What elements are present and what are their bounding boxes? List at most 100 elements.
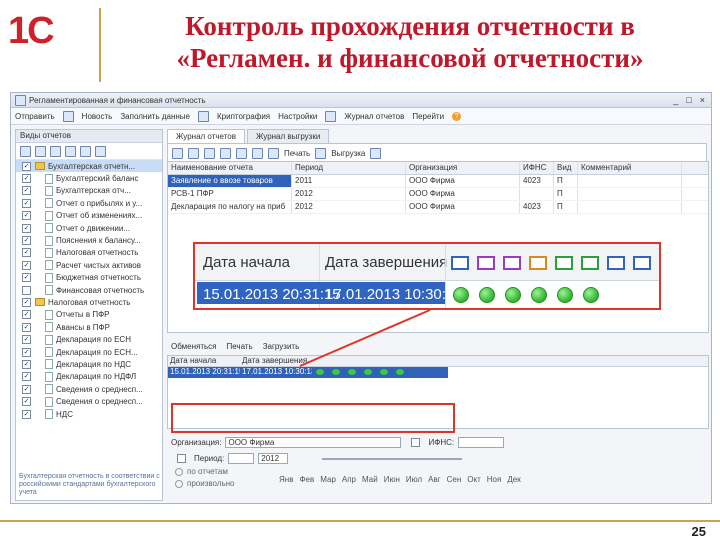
tree-checkbox[interactable]: ✓ bbox=[22, 409, 31, 419]
month-label[interactable]: Ноя bbox=[487, 475, 502, 484]
delete-icon[interactable] bbox=[236, 147, 247, 159]
load-button[interactable]: Загрузить bbox=[263, 342, 300, 351]
tree-checkbox[interactable]: ✓ bbox=[22, 322, 31, 332]
radio-icon[interactable] bbox=[175, 467, 183, 476]
minimize-button[interactable]: _ bbox=[673, 95, 678, 105]
filter-icon[interactable] bbox=[172, 147, 183, 159]
period-slider[interactable] bbox=[322, 457, 463, 460]
tree-checkbox[interactable]: ✓ bbox=[22, 297, 31, 307]
tree-item[interactable]: ✓ НДС bbox=[16, 408, 162, 420]
upload-icon[interactable] bbox=[315, 147, 327, 159]
close-button[interactable]: × bbox=[700, 95, 705, 105]
month-label[interactable]: Авг bbox=[428, 475, 441, 484]
col-comment[interactable]: Комментарий bbox=[578, 162, 682, 174]
month-label[interactable]: Фев bbox=[299, 475, 314, 484]
tree-item[interactable]: ✓ Бюджетная отчетность bbox=[16, 272, 162, 284]
table-row[interactable]: РСВ-1 ПФР 2012 ООО Фирма П bbox=[168, 188, 708, 201]
edit-icon[interactable] bbox=[50, 145, 61, 157]
tree-checkbox[interactable]: ✓ bbox=[22, 347, 31, 357]
tree-checkbox[interactable]: ✓ bbox=[22, 372, 31, 382]
tree-item[interactable]: ✓ Расчет чистых активов bbox=[16, 259, 162, 271]
radio-reports[interactable]: по отчетам bbox=[187, 467, 228, 476]
tree-checkbox[interactable]: ✓ bbox=[22, 273, 31, 283]
menu-send[interactable]: Отправить bbox=[15, 112, 55, 121]
tree-item[interactable]: ✓ Авансы в ПФР bbox=[16, 321, 162, 333]
tree-item[interactable]: ✓ Бухгалтерский баланс bbox=[16, 172, 162, 184]
tree-checkbox[interactable]: ✓ bbox=[22, 174, 31, 184]
print-button-bottom[interactable]: Печать bbox=[227, 342, 253, 351]
help-icon[interactable]: ? bbox=[452, 111, 462, 121]
tree-checkbox[interactable]: ✓ bbox=[22, 223, 31, 233]
tree-item[interactable]: ✓ Пояснения к балансу... bbox=[16, 234, 162, 246]
tree-checkbox[interactable]: ✓ bbox=[22, 236, 31, 246]
org-select[interactable]: ООО Фирма bbox=[225, 437, 402, 448]
print-icon[interactable] bbox=[80, 145, 91, 157]
tree-item[interactable]: ✓ Отчет о движении... bbox=[16, 222, 162, 234]
tree-item[interactable]: ✓ Отчеты в ПФР bbox=[16, 309, 162, 321]
copy-icon[interactable] bbox=[35, 145, 46, 157]
exchange-row[interactable]: 15.01.2013 20:31:15 17.01.2013 10:30:13 bbox=[168, 367, 448, 378]
menu-settings[interactable]: Настройки bbox=[278, 112, 317, 121]
tree-checkbox[interactable]: ✓ bbox=[22, 161, 31, 171]
tree-checkbox[interactable]: ✓ bbox=[22, 211, 31, 221]
table-row[interactable]: Декларация по налогу на приб 2012 ООО Фирм… bbox=[168, 201, 708, 214]
month-label[interactable]: Сен bbox=[447, 475, 462, 484]
month-label[interactable]: Мар bbox=[320, 475, 336, 484]
tree-checkbox[interactable]: ✓ bbox=[22, 198, 31, 208]
tree-checkbox[interactable]: ✓ bbox=[22, 310, 31, 320]
tree-item[interactable]: ✓ Отчет о прибылях и у... bbox=[16, 197, 162, 209]
maximize-button[interactable]: □ bbox=[686, 95, 691, 105]
month-label[interactable]: Июн bbox=[384, 475, 400, 484]
col-start[interactable]: Дата начала bbox=[168, 356, 240, 366]
tree-item[interactable]: ✓ Бухгалтерская отч... bbox=[16, 185, 162, 197]
year-field[interactable]: 2012 bbox=[258, 453, 289, 464]
tree-checkbox[interactable]: ✓ bbox=[22, 186, 31, 196]
tree-checkbox[interactable] bbox=[22, 285, 31, 295]
tree-item[interactable]: ✓ Отчет об изменениях... bbox=[16, 210, 162, 222]
settings-icon[interactable] bbox=[370, 147, 382, 159]
month-label[interactable]: Янв bbox=[279, 475, 293, 484]
print-button[interactable]: Печать bbox=[284, 149, 310, 158]
tree-checkbox[interactable]: ✓ bbox=[22, 260, 31, 270]
tree-item[interactable]: ✓ Сведения о среднесп... bbox=[16, 395, 162, 407]
month-label[interactable]: Июл bbox=[406, 475, 422, 484]
tree-checkbox[interactable]: ✓ bbox=[22, 384, 31, 394]
exchange-button[interactable]: Обменяться bbox=[171, 342, 217, 351]
tree-item[interactable]: ✓ Бухгалтерская отчетн... bbox=[16, 160, 162, 173]
menu-news[interactable]: Новость bbox=[82, 112, 113, 121]
month-label[interactable]: Окт bbox=[467, 475, 480, 484]
tree-item[interactable]: ✓ Декларация по ЕСН... bbox=[16, 346, 162, 358]
tree-item[interactable]: Финансовая отчетность bbox=[16, 284, 162, 296]
tree-item[interactable]: ✓ Декларация по ЕСН bbox=[16, 333, 162, 345]
menu-journal[interactable]: Журнал отчетов bbox=[344, 112, 404, 121]
radio-icon[interactable] bbox=[175, 479, 183, 488]
month-label[interactable]: Май bbox=[362, 475, 378, 484]
col-type[interactable]: Вид bbox=[554, 162, 578, 174]
table-row[interactable]: Заявление о ввозе товаров 2011 ООО Фирма 40… bbox=[168, 175, 708, 188]
col-end[interactable]: Дата завершения bbox=[240, 356, 312, 366]
refresh-icon[interactable] bbox=[252, 147, 263, 159]
ifns-field[interactable] bbox=[458, 437, 505, 448]
tree-checkbox[interactable]: ✓ bbox=[22, 397, 31, 407]
col-organization[interactable]: Организация bbox=[406, 162, 520, 174]
settings-icon[interactable] bbox=[95, 145, 106, 157]
new-icon[interactable] bbox=[188, 147, 199, 159]
tree-item[interactable]: ✓ Налоговая отчетность bbox=[16, 296, 162, 308]
ifns-checkbox[interactable] bbox=[411, 438, 421, 447]
month-label[interactable]: Дек bbox=[507, 475, 520, 484]
tree-checkbox[interactable]: ✓ bbox=[22, 335, 31, 345]
radio-custom[interactable]: произвольно bbox=[187, 479, 235, 488]
edit-icon[interactable] bbox=[220, 147, 231, 159]
tree-item[interactable]: ✓ Декларация по НДФЛ bbox=[16, 371, 162, 383]
menu-fill[interactable]: Заполнить данные bbox=[120, 112, 190, 121]
tab-upload-journal[interactable]: Журнал выгрузки bbox=[246, 129, 330, 143]
period-field[interactable] bbox=[228, 453, 255, 464]
tree-item[interactable]: ✓ Сведения о среднесп... bbox=[16, 383, 162, 395]
menu-goto[interactable]: Перейти bbox=[412, 112, 444, 121]
tree-checkbox[interactable]: ✓ bbox=[22, 248, 31, 258]
tree-item[interactable]: ✓ Налоговая отчетность bbox=[16, 247, 162, 259]
period-checkbox[interactable] bbox=[177, 454, 186, 463]
menu-crypto[interactable]: Криптография bbox=[217, 112, 270, 121]
col-period[interactable]: Период bbox=[292, 162, 406, 174]
flag-icon[interactable] bbox=[65, 145, 76, 157]
